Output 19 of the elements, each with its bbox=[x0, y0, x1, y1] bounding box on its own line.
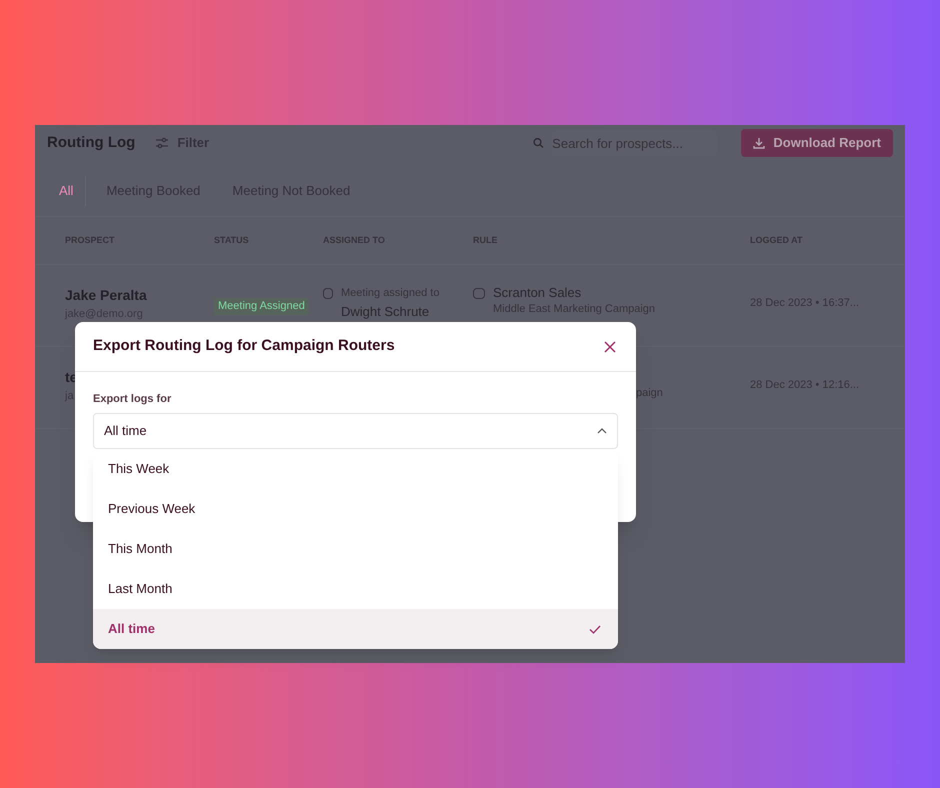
period-select[interactable]: All time bbox=[93, 412, 618, 448]
dialog-title: Export Routing Log for Campaign Routers bbox=[93, 336, 395, 356]
menu-option[interactable]: Last Month bbox=[93, 569, 618, 609]
menu-option[interactable]: All time bbox=[93, 609, 618, 649]
status-badge: Meeting Assigned bbox=[214, 298, 309, 314]
download-icon bbox=[753, 137, 766, 149]
close-icon bbox=[604, 340, 616, 352]
sliders-icon bbox=[155, 136, 170, 150]
prospect-name: Jake Peralta bbox=[65, 286, 147, 305]
chevron-up-icon bbox=[597, 428, 607, 434]
page-title: Routing Log bbox=[47, 132, 136, 153]
field-label: Export logs for bbox=[93, 392, 172, 407]
menu-option[interactable]: This Week bbox=[93, 449, 618, 489]
checkmark-icon bbox=[589, 624, 601, 634]
menu-option[interactable]: This Month bbox=[93, 529, 618, 569]
close-button[interactable] bbox=[602, 338, 618, 354]
menu-option[interactable]: Previous Week bbox=[93, 489, 618, 529]
download-report-button[interactable]: Download Report bbox=[741, 129, 893, 157]
search-icon bbox=[533, 137, 544, 149]
